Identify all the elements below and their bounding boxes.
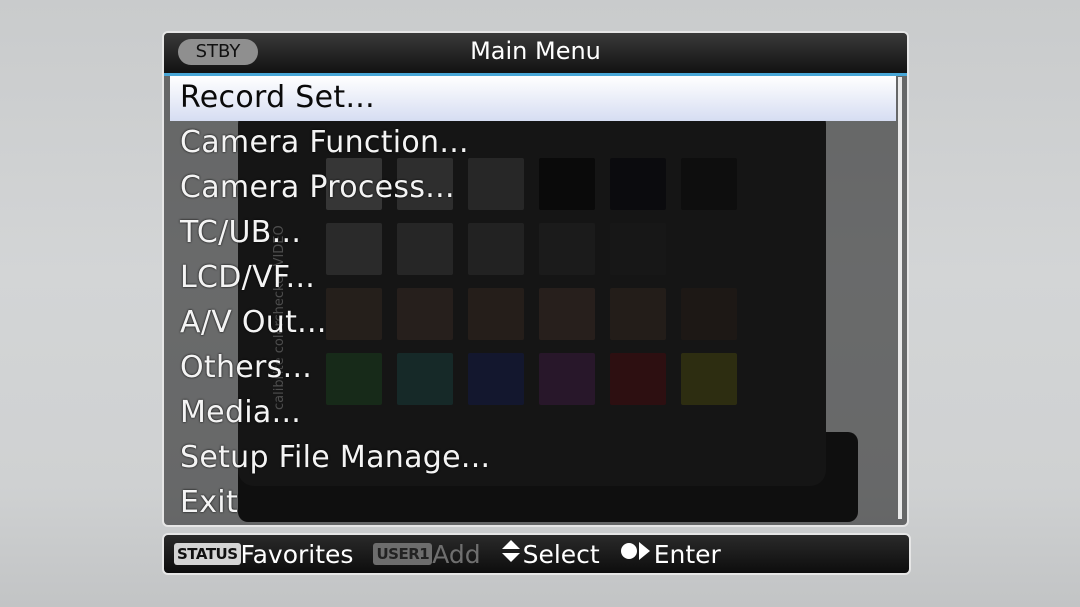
menu-item-camera-process[interactable]: Camera Process...: [170, 166, 896, 211]
select-label: Select: [522, 539, 600, 569]
select-hint: Select: [501, 539, 600, 569]
status-key-badge: STATUS: [174, 543, 241, 565]
favorites-label: Favorites: [240, 539, 354, 569]
menu-header: STBY Main Menu: [164, 33, 907, 76]
add-label: Add: [432, 539, 481, 569]
menu-item-setup-file-manage[interactable]: Setup File Manage...: [170, 436, 896, 481]
enter-label: Enter: [653, 539, 721, 569]
add-hint: USER1 Add: [373, 539, 481, 569]
up-down-arrows-icon: [501, 539, 521, 569]
enter-hint: Enter: [620, 540, 721, 569]
menu-item-others[interactable]: Others...: [170, 346, 896, 391]
main-menu-panel: STBY Main Menu Record Set... Camera Func…: [162, 31, 909, 527]
menu-item-av-out[interactable]: A/V Out...: [170, 301, 896, 346]
menu-list: Record Set... Camera Function... Camera …: [170, 76, 896, 525]
menu-title: Main Menu: [470, 37, 601, 65]
menu-item-camera-function[interactable]: Camera Function...: [170, 121, 896, 166]
favorites-hint: STATUS Favorites: [174, 540, 353, 569]
menu-item-record-set[interactable]: Record Set...: [170, 76, 896, 121]
menu-item-media[interactable]: Media...: [170, 391, 896, 436]
menu-item-tc-ub[interactable]: TC/UB...: [170, 211, 896, 256]
button-hint-bar: STATUS Favorites USER1 Add Select Enter: [162, 533, 911, 575]
menu-item-exit[interactable]: Exit: [170, 481, 896, 525]
menu-scrollbar[interactable]: [898, 77, 902, 519]
user1-key-badge: USER1: [373, 543, 433, 565]
menu-item-lcd-vf[interactable]: LCD/VF...: [170, 256, 896, 301]
dot-right-arrow-icon: [620, 540, 652, 568]
